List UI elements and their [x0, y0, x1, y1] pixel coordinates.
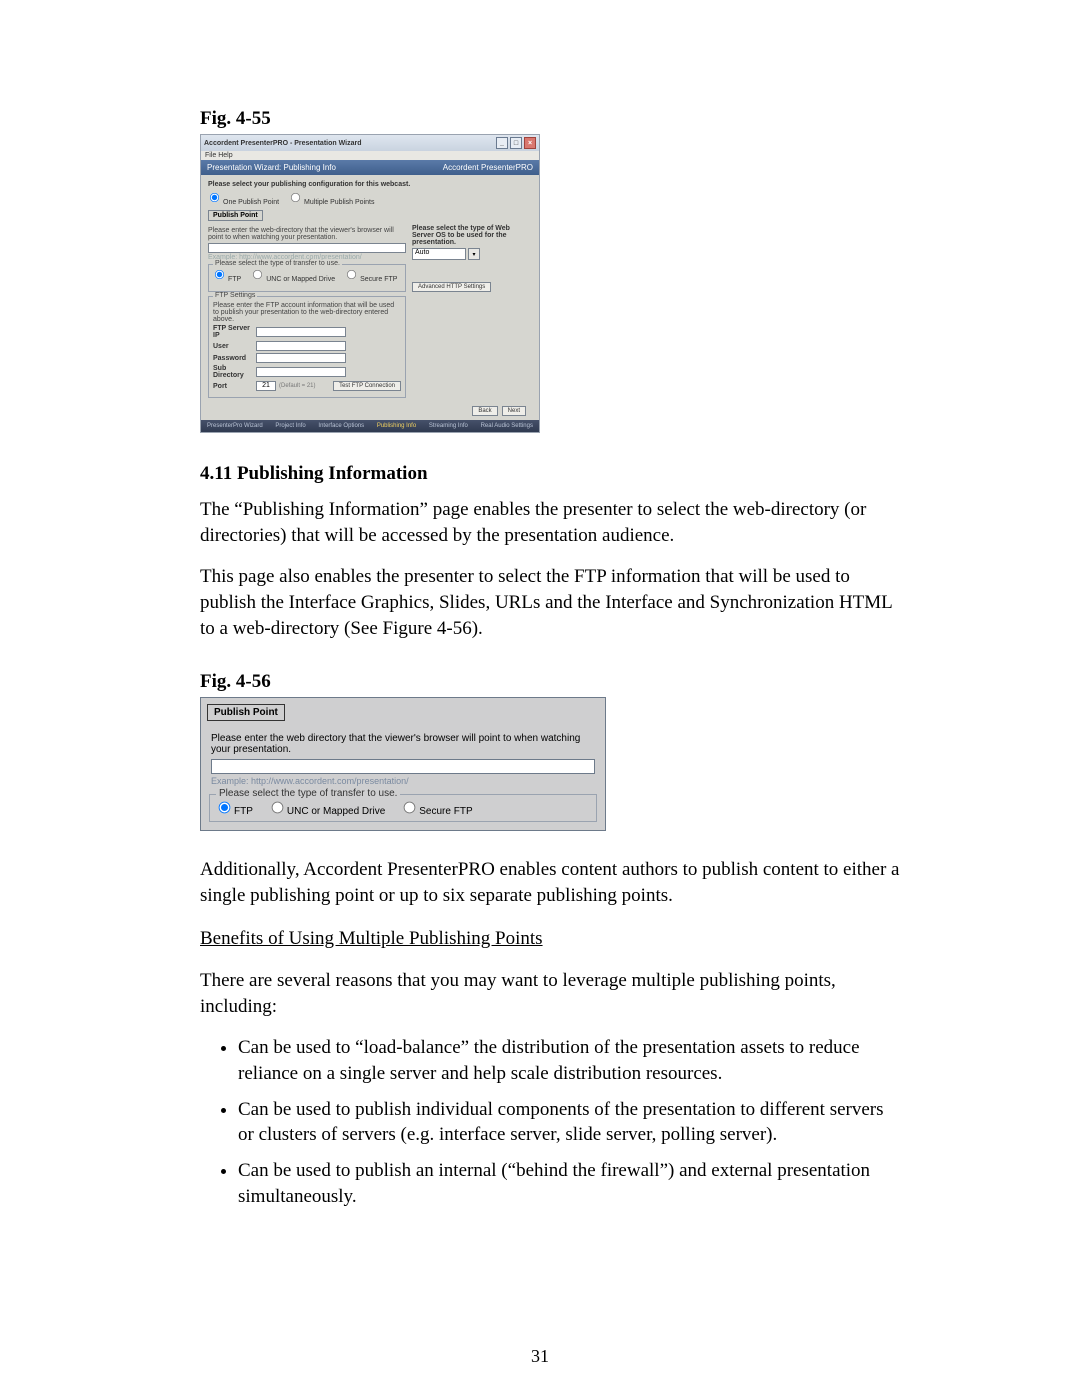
- titlebar: Accordent PresenterPRO - Presentation Wi…: [201, 135, 539, 151]
- window-title: Accordent PresenterPRO - Presentation Wi…: [204, 140, 361, 147]
- benefits-bullets: Can be used to “load-balance” the distri…: [220, 1035, 900, 1209]
- step-publishing-info: Publishing Info: [377, 423, 416, 429]
- input-user[interactable]: [256, 341, 346, 351]
- transfer-type-legend-2: Please select the type of transfer to us…: [216, 788, 400, 799]
- section-4-11-heading: 4.11 Publishing Information: [200, 463, 900, 485]
- para-3: Additionally, Accordent PresenterPRO ena…: [200, 857, 900, 908]
- radio-multiple-publish-points[interactable]: Multiple Publish Points: [289, 191, 374, 206]
- publish-point-panel: Publish Point Please enter the web direc…: [200, 697, 606, 831]
- page-number: 31: [0, 1346, 1080, 1367]
- lbl-port: Port: [213, 383, 253, 390]
- publish-point-tab[interactable]: Publish Point: [208, 210, 263, 221]
- bullet-2: Can be used to publish individual compon…: [238, 1097, 900, 1148]
- wizard-header-right: Accordent PresenterPRO: [443, 163, 533, 172]
- back-button[interactable]: Back: [472, 406, 497, 416]
- minimize-icon[interactable]: _: [496, 137, 508, 149]
- port-default: (Default = 21): [279, 383, 316, 389]
- radio-unc-2[interactable]: UNC or Mapped Drive: [271, 801, 385, 817]
- maximize-icon[interactable]: □: [510, 137, 522, 149]
- next-button[interactable]: Next: [502, 406, 526, 416]
- ftp-instruction: Please enter the FTP account information…: [213, 302, 401, 323]
- webdir-input-2[interactable]: [211, 759, 595, 774]
- radio-one-publish-point[interactable]: One Publish Point: [208, 191, 279, 206]
- ftp-settings-legend: FTP Settings: [213, 292, 257, 299]
- test-ftp-button[interactable]: Test FTP Connection: [333, 381, 401, 391]
- webserver-os-dropdown[interactable]: Auto: [412, 248, 466, 260]
- input-subdir[interactable]: [256, 367, 346, 377]
- para-2: This page also enables the presenter to …: [200, 564, 900, 641]
- bullet-1: Can be used to “load-balance” the distri…: [238, 1035, 900, 1086]
- wizard-steps-bar: PresenterPro Wizard Project Info Interfa…: [201, 420, 539, 432]
- benefits-subheading: Benefits of Using Multiple Publishing Po…: [200, 926, 900, 952]
- step-project-info: Project Info: [275, 423, 305, 429]
- lbl-ftp-server: FTP Server IP: [213, 325, 253, 339]
- transfer-type-legend: Please select the type of transfer to us…: [213, 260, 342, 267]
- close-icon[interactable]: ×: [524, 137, 536, 149]
- radio-secure-ftp-2[interactable]: Secure FTP: [403, 801, 472, 817]
- step-streaming-info: Streaming Info: [429, 423, 468, 429]
- webdir-input[interactable]: [208, 243, 406, 253]
- input-password[interactable]: [256, 353, 346, 363]
- radio-unc[interactable]: UNC or Mapped Drive: [251, 268, 335, 283]
- step-real-audio: Real Audio Settings: [481, 423, 533, 429]
- advanced-http-button[interactable]: Advanced HTTP Settings: [412, 282, 491, 292]
- radio-ftp-2[interactable]: FTP: [218, 801, 253, 817]
- publish-point-tab-2[interactable]: Publish Point: [207, 704, 285, 721]
- wizard-window: Accordent PresenterPRO - Presentation Wi…: [200, 134, 540, 433]
- input-port[interactable]: 21: [256, 381, 276, 391]
- step-presenterpro: PresenterPro Wizard: [207, 423, 263, 429]
- figure-55-label: Fig. 4-55: [200, 108, 900, 130]
- radio-ftp[interactable]: FTP: [213, 268, 241, 283]
- menubar[interactable]: File Help: [201, 151, 539, 160]
- para-1: The “Publishing Information” page enable…: [200, 497, 900, 548]
- figure-56-label: Fig. 4-56: [200, 671, 900, 693]
- wizard-header: Presentation Wizard: Publishing Info Acc…: [201, 160, 539, 175]
- lbl-user: User: [213, 343, 253, 350]
- wizard-instruction: Please select your publishing configurat…: [208, 181, 532, 188]
- bullet-3: Can be used to publish an internal (“beh…: [238, 1158, 900, 1209]
- webdir-label: Please enter the web-directory that the …: [208, 227, 406, 241]
- ftp-settings-group: FTP Settings Please enter the FTP accoun…: [208, 296, 406, 398]
- transfer-type-group-2: Please select the type of transfer to us…: [209, 794, 597, 822]
- lbl-password: Password: [213, 355, 253, 362]
- step-interface-options: Interface Options: [318, 423, 364, 429]
- transfer-type-group: Please select the type of transfer to us…: [208, 264, 406, 292]
- webserver-os-label: Please select the type of Web Server OS …: [412, 225, 532, 246]
- chevron-down-icon[interactable]: ▾: [468, 248, 480, 260]
- webdir-label-2: Please enter the web directory that the …: [211, 733, 595, 755]
- lbl-subdir: Sub Directory: [213, 365, 253, 379]
- input-ftp-server[interactable]: [256, 327, 346, 337]
- webdir-example-2: Example: http://www.accordent.com/presen…: [211, 776, 595, 786]
- wizard-header-left: Presentation Wizard: Publishing Info: [207, 163, 336, 172]
- radio-secure-ftp[interactable]: Secure FTP: [345, 268, 397, 283]
- para-4: There are several reasons that you may w…: [200, 968, 900, 1019]
